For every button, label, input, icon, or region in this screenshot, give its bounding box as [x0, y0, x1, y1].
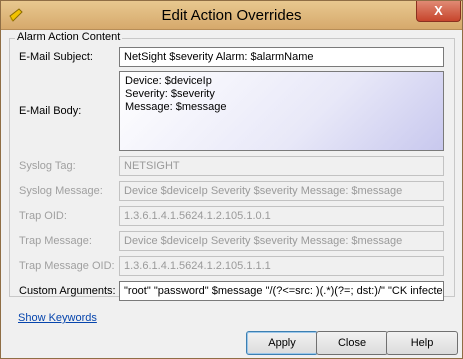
- syslog-tag-label: Syslog Tag:: [19, 160, 76, 172]
- help-button[interactable]: Help: [386, 331, 458, 355]
- trap-message-oid-field: 1.3.6.1.4.1.5624.1.2.105.1.1.1: [119, 256, 444, 276]
- syslog-message-field: Device $deviceIp Severity $severity Mess…: [119, 181, 444, 201]
- syslog-message-label: Syslog Message:: [19, 185, 103, 197]
- trap-message-field: Device $deviceIp Severity $severity Mess…: [119, 231, 444, 251]
- edit-action-overrides-dialog: Edit Action Overrides X Alarm Action Con…: [0, 0, 463, 359]
- show-keywords-link[interactable]: Show Keywords: [18, 312, 97, 324]
- trap-oid-field: 1.3.6.1.4.1.5624.1.2.105.1.0.1: [119, 206, 444, 226]
- group-legend: Alarm Action Content: [15, 31, 123, 43]
- close-button[interactable]: Close: [316, 331, 388, 355]
- email-body-textarea[interactable]: Device: $deviceIp Severity: $severity Me…: [119, 71, 444, 151]
- email-subject-label: E-Mail Subject:: [19, 51, 93, 63]
- email-body-label: E-Mail Body:: [19, 105, 82, 117]
- trap-oid-label: Trap OID:: [19, 210, 67, 222]
- email-body-line: Message: $message: [125, 101, 227, 113]
- window-title: Edit Action Overrides: [161, 7, 302, 24]
- window-close-button[interactable]: X: [416, 1, 461, 22]
- apply-button[interactable]: Apply: [246, 331, 318, 355]
- trap-message-label: Trap Message:: [19, 235, 92, 247]
- syslog-tag-field: NETSIGHT: [119, 156, 444, 176]
- email-subject-field[interactable]: NetSight $severity Alarm: $alarmName: [119, 47, 444, 67]
- trap-message-oid-label: Trap Message OID:: [19, 260, 115, 272]
- custom-arguments-label: Custom Arguments:: [19, 285, 116, 297]
- title-bar[interactable]: Edit Action Overrides X: [1, 1, 462, 30]
- custom-arguments-field[interactable]: "root" "password" $message "/(?<=src: )(…: [119, 281, 444, 301]
- email-body-line: Severity: $severity: [125, 88, 215, 100]
- email-body-line: Device: $deviceIp: [125, 75, 212, 87]
